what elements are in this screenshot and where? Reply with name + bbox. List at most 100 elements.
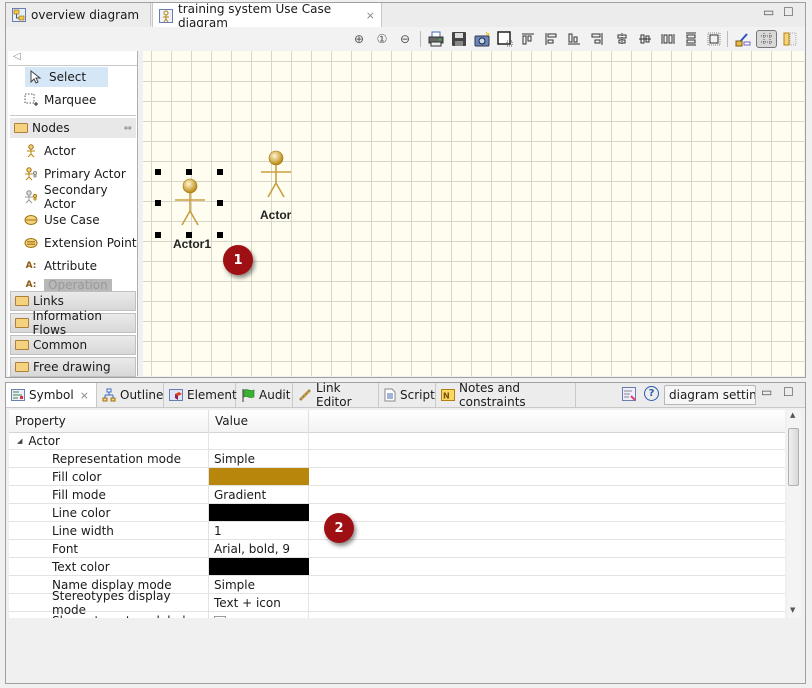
table-row[interactable]: Representation mode Simple bbox=[9, 450, 785, 468]
column-header-value[interactable]: Value bbox=[209, 410, 309, 432]
resize-handle[interactable] bbox=[217, 169, 223, 175]
tab-overview-diagram[interactable]: overview diagram bbox=[6, 3, 151, 26]
expand-icon[interactable]: ◢ bbox=[17, 437, 22, 445]
tab-usecase-diagram[interactable]: training system Use Case diagram ⨯ bbox=[152, 2, 382, 30]
camera-icon[interactable] bbox=[473, 30, 491, 48]
help-icon[interactable]: ? bbox=[644, 386, 659, 401]
tab-link-editor[interactable]: Link Editor bbox=[293, 381, 379, 409]
close-tab-icon[interactable]: ⨯ bbox=[80, 389, 89, 402]
tab-label: Notes and constraints bbox=[459, 381, 526, 409]
align-bottom-icon[interactable] bbox=[565, 30, 583, 48]
property-value[interactable] bbox=[209, 558, 309, 575]
table-row[interactable]: Line width 1 bbox=[9, 522, 785, 540]
drawer-free-drawing[interactable]: Free drawing bbox=[10, 357, 136, 377]
tab-label: Symbol bbox=[29, 388, 74, 402]
tab-symbol[interactable]: Symbol ⨯ bbox=[6, 383, 97, 407]
color-swatch[interactable] bbox=[209, 504, 309, 521]
zoom-in-icon[interactable]: ⊕ bbox=[350, 30, 368, 48]
table-row[interactable]: Fill mode Gradient bbox=[9, 486, 785, 504]
scrollbar-thumb[interactable] bbox=[788, 428, 799, 486]
show-grid-icon[interactable] bbox=[756, 30, 777, 48]
layout-icon[interactable] bbox=[781, 30, 799, 48]
zoom-reset-icon[interactable]: ① bbox=[373, 30, 391, 48]
fit-to-page-icon[interactable] bbox=[496, 30, 514, 48]
pin-drawer-icon[interactable]: ⇔ bbox=[124, 123, 132, 134]
collapse-palette-icon[interactable]: ◁ bbox=[13, 51, 21, 62]
palette-node-operation[interactable]: A: Operation bbox=[24, 279, 112, 291]
property-value[interactable]: Gradient bbox=[209, 486, 309, 503]
drawer-nodes[interactable]: Nodes ⇔ bbox=[10, 118, 136, 138]
align-top-icon[interactable] bbox=[519, 30, 537, 48]
table-row[interactable]: Stereotypes display mode Text + icon bbox=[9, 589, 785, 617]
color-swatch[interactable] bbox=[209, 558, 309, 575]
palette-tool-select[interactable]: Select bbox=[25, 67, 108, 87]
property-value[interactable]: Simple bbox=[209, 576, 309, 593]
checkbox[interactable] bbox=[214, 615, 226, 618]
minimize-panel-button[interactable]: ▭ bbox=[761, 385, 772, 399]
table-group-row[interactable]: ◢ Actor bbox=[9, 432, 785, 450]
maximize-panel-button[interactable]: ☐ bbox=[783, 385, 794, 399]
print-icon[interactable] bbox=[427, 30, 445, 48]
property-name: Representation mode bbox=[9, 450, 209, 467]
property-value[interactable] bbox=[209, 504, 309, 521]
color-swatch[interactable] bbox=[209, 468, 309, 485]
scroll-down-icon[interactable]: ▼ bbox=[790, 606, 795, 614]
align-right-icon[interactable] bbox=[588, 30, 606, 48]
tab-audit[interactable]: Audit bbox=[236, 383, 293, 407]
same-size-icon[interactable] bbox=[705, 30, 723, 48]
same-width-icon[interactable] bbox=[659, 30, 677, 48]
maximize-editor-button[interactable]: ☐ bbox=[783, 5, 794, 19]
scroll-up-icon[interactable]: ▲ bbox=[790, 411, 795, 419]
palette-node-actor[interactable]: Actor bbox=[24, 141, 76, 161]
close-tab-icon[interactable]: ⨯ bbox=[366, 9, 375, 22]
align-center-icon[interactable] bbox=[613, 30, 631, 48]
resize-handle[interactable] bbox=[155, 200, 161, 206]
resize-handle[interactable] bbox=[155, 232, 161, 238]
edit-properties-icon[interactable] bbox=[622, 387, 636, 404]
property-value[interactable]: Text + icon bbox=[209, 594, 309, 611]
diagram-canvas[interactable]: Actor1 Actor 1 bbox=[143, 51, 804, 376]
drawer-common[interactable]: Common bbox=[10, 335, 136, 355]
drawer-information-flows[interactable]: Information Flows bbox=[10, 309, 136, 337]
vertical-scrollbar[interactable]: ▲ ▼ bbox=[787, 410, 801, 618]
marquee-icon bbox=[24, 93, 38, 107]
tab-outline[interactable]: Outline bbox=[97, 383, 164, 407]
tab-script[interactable]: Script bbox=[379, 383, 436, 407]
palette-node-use-case[interactable]: Use Case bbox=[24, 210, 100, 230]
format-painter-icon[interactable] bbox=[734, 30, 752, 48]
table-row[interactable]: Font Arial, bold, 9 bbox=[9, 540, 785, 558]
save-icon[interactable] bbox=[450, 30, 468, 48]
resize-handle[interactable] bbox=[217, 200, 223, 206]
minimize-editor-button[interactable]: ▭ bbox=[763, 5, 774, 19]
palette-node-attribute[interactable]: A: Attribute bbox=[24, 256, 97, 276]
property-value[interactable] bbox=[209, 612, 309, 618]
zoom-out-icon[interactable]: ⊖ bbox=[396, 30, 414, 48]
table-row[interactable]: Fill color bbox=[9, 468, 785, 486]
drawer-links[interactable]: Links bbox=[10, 291, 136, 311]
table-row[interactable]: Show stereotype label bbox=[9, 612, 785, 618]
actor-node-actor[interactable]: Actor bbox=[259, 149, 295, 225]
same-height-icon[interactable] bbox=[682, 30, 700, 48]
actor-node-actor1[interactable]: Actor1 bbox=[155, 169, 223, 251]
resize-handle[interactable] bbox=[155, 169, 161, 175]
column-header-property[interactable]: Property bbox=[9, 410, 209, 432]
table-row[interactable]: Text color bbox=[9, 558, 785, 576]
palette-node-extension-point[interactable]: Extension Point bbox=[24, 233, 137, 253]
extension-point-icon bbox=[24, 236, 38, 250]
tab-element[interactable]: Element bbox=[164, 383, 237, 407]
tab-notes-and-constraints[interactable]: N Notes and constraints bbox=[436, 381, 576, 409]
property-value[interactable] bbox=[209, 468, 309, 485]
resize-handle[interactable] bbox=[186, 169, 192, 175]
palette-tool-marquee[interactable]: Marquee bbox=[24, 90, 96, 110]
palette-node-primary-actor[interactable]: Primary Actor bbox=[24, 164, 126, 184]
property-value[interactable]: Arial, bold, 9 bbox=[209, 540, 309, 557]
resize-handle[interactable] bbox=[217, 232, 223, 238]
diagram-settings-combo[interactable]: diagram settings bbox=[664, 385, 756, 405]
property-value[interactable]: 1 bbox=[209, 522, 309, 539]
align-middle-icon[interactable] bbox=[636, 30, 654, 48]
align-left-icon[interactable] bbox=[542, 30, 560, 48]
palette-node-secondary-actor[interactable]: Secondary Actor bbox=[24, 183, 137, 211]
property-value[interactable]: Simple bbox=[209, 450, 309, 467]
palette-item-label: Secondary Actor bbox=[44, 183, 108, 211]
table-row[interactable]: Line color bbox=[9, 504, 785, 522]
